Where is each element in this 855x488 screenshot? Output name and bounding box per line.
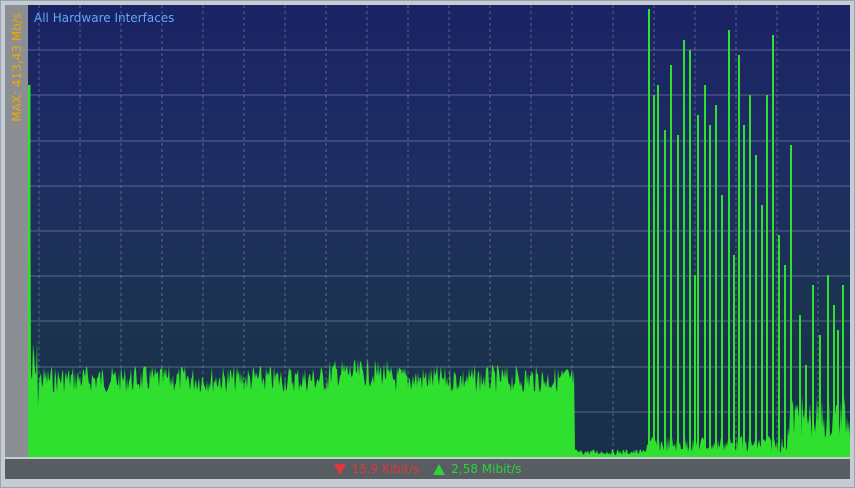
download-rate: 15,9 Kibit/s <box>351 462 420 476</box>
network-monitor-window: MAX: 413,43 Mb/s All Hardware Interfaces… <box>0 0 855 488</box>
status-bar: 15,9 Kibit/s 2,58 Mibit/s <box>5 459 850 479</box>
traffic-graph-canvas <box>28 5 850 457</box>
traffic-graph: All Hardware Interfaces <box>28 5 850 457</box>
max-label-container: MAX: 413,43 Mb/s <box>5 5 28 457</box>
upload-rate: 2,58 Mibit/s <box>451 462 522 476</box>
max-throughput-label: MAX: 413,43 Mb/s <box>9 13 24 122</box>
graph-title: All Hardware Interfaces <box>34 11 175 25</box>
down-arrow-icon <box>333 463 346 475</box>
up-arrow-icon <box>433 463 446 475</box>
